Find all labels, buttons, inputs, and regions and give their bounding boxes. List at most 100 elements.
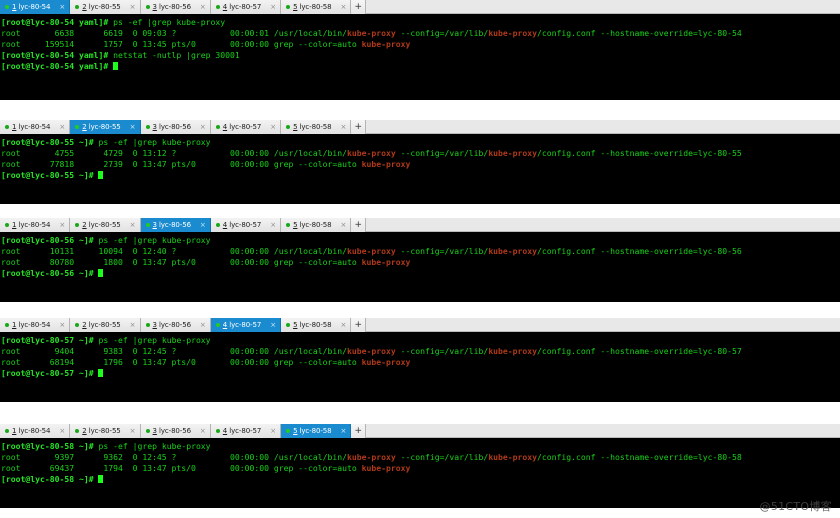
tab-lyc-80-56[interactable]: 3 lyc-80-56 × bbox=[140, 218, 211, 232]
terminal-cursor bbox=[98, 171, 104, 180]
tab-index: 1 bbox=[12, 122, 17, 131]
tab-status-dot-icon bbox=[5, 125, 9, 129]
tab-lyc-80-55[interactable]: 2 lyc-80-55 × bbox=[70, 0, 141, 14]
tab-lyc-80-55[interactable]: 2 lyc-80-55 × bbox=[70, 120, 141, 134]
tab-index: 1 bbox=[12, 426, 17, 435]
tab-index: 4 bbox=[222, 122, 228, 131]
tab-status-dot-icon bbox=[75, 429, 80, 433]
tab-lyc-80-58[interactable]: 5 lyc-80-58 × bbox=[281, 318, 352, 332]
tab-label: 3 lyc-80-56 bbox=[152, 426, 191, 435]
terminal-output[interactable]: [root@lyc-80-55 ~]# ps -ef |grep kube-pr… bbox=[0, 134, 840, 204]
tab-lyc-80-58[interactable]: 5 lyc-80-58 × bbox=[281, 424, 352, 438]
tab-lyc-80-56[interactable]: 3 lyc-80-56 × bbox=[140, 0, 211, 14]
tab-label: 5 lyc-80-58 bbox=[293, 220, 332, 229]
tab-lyc-80-58[interactable]: 5 lyc-80-58 × bbox=[281, 0, 352, 14]
tab-index: 4 bbox=[222, 320, 228, 329]
tab-close-icon[interactable]: × bbox=[334, 123, 346, 131]
new-tab-button[interactable]: + bbox=[351, 0, 367, 14]
tab-close-icon[interactable]: × bbox=[264, 123, 276, 131]
tab-label: 1 lyc-80-54 bbox=[12, 426, 51, 435]
tab-lyc-80-54[interactable]: 1 lyc-80-54 × bbox=[0, 218, 71, 232]
terminal-output[interactable]: [root@lyc-80-57 ~]# ps -ef |grep kube-pr… bbox=[0, 332, 840, 402]
terminal-line: root 6638 6619 0 09:03 ? 00:00:01 /usr/l… bbox=[1, 28, 742, 39]
tab-close-icon[interactable]: × bbox=[124, 427, 136, 435]
tab-index: 2 bbox=[82, 320, 87, 329]
tab-lyc-80-55[interactable]: 2 lyc-80-55 × bbox=[70, 424, 141, 438]
tab-close-icon[interactable]: × bbox=[194, 221, 206, 229]
tab-status-dot-icon bbox=[5, 223, 9, 227]
tab-lyc-80-58[interactable]: 5 lyc-80-58 × bbox=[281, 218, 352, 232]
tab-status-dot-icon bbox=[286, 323, 291, 327]
tab-status-dot-icon bbox=[5, 5, 9, 9]
terminal-line: [root@lyc-80-56 ~]# bbox=[1, 268, 840, 279]
tab-label: 5 lyc-80-58 bbox=[293, 2, 332, 11]
tab-status-dot-icon bbox=[286, 223, 291, 227]
tab-close-icon[interactable]: × bbox=[264, 3, 276, 11]
tab-lyc-80-57[interactable]: 4 lyc-80-57 × bbox=[210, 318, 282, 332]
tab-lyc-80-57[interactable]: 4 lyc-80-57 × bbox=[210, 0, 282, 14]
tab-bar-filler bbox=[366, 0, 840, 13]
tab-close-icon[interactable]: × bbox=[53, 3, 65, 11]
tab-lyc-80-55[interactable]: 2 lyc-80-55 × bbox=[70, 318, 141, 332]
tab-close-icon[interactable]: × bbox=[53, 221, 65, 229]
tab-lyc-80-54[interactable]: 1 lyc-80-54 × bbox=[0, 318, 71, 332]
tab-close-icon[interactable]: × bbox=[124, 321, 136, 329]
tab-close-icon[interactable]: × bbox=[334, 221, 346, 229]
tab-label: 5 lyc-80-58 bbox=[293, 122, 332, 131]
new-tab-button[interactable]: + bbox=[351, 424, 367, 438]
terminal-output[interactable]: [root@lyc-80-54 yaml]# ps -ef |grep kube… bbox=[0, 14, 840, 100]
tab-close-icon[interactable]: × bbox=[53, 427, 65, 435]
tab-index: 2 bbox=[82, 220, 87, 229]
tab-close-icon[interactable]: × bbox=[124, 221, 136, 229]
tab-close-icon[interactable]: × bbox=[264, 427, 276, 435]
tab-label: 2 lyc-80-55 bbox=[82, 426, 121, 435]
screenshot-root: 1 lyc-80-54 × 2 lyc-80-55 × 3 lyc-80-56 × 4 ly… bbox=[0, 0, 840, 518]
tab-lyc-80-57[interactable]: 4 lyc-80-57 × bbox=[210, 120, 282, 134]
tab-close-icon[interactable]: × bbox=[334, 3, 346, 11]
tab-status-dot-icon bbox=[5, 323, 9, 327]
tab-lyc-80-58[interactable]: 5 lyc-80-58 × bbox=[281, 120, 352, 134]
tab-close-icon[interactable]: × bbox=[124, 3, 136, 11]
terminal-output[interactable]: [root@lyc-80-56 ~]# ps -ef |grep kube-pr… bbox=[0, 232, 840, 302]
terminal-line: root 159514 1757 0 13:45 pts/0 00:00:00 … bbox=[1, 39, 411, 50]
tab-close-icon[interactable]: × bbox=[334, 321, 346, 329]
tab-close-icon[interactable]: × bbox=[53, 321, 65, 329]
tab-lyc-80-54[interactable]: 1 lyc-80-54 × bbox=[0, 424, 71, 438]
terminal-output[interactable]: [root@lyc-80-58 ~]# ps -ef |grep kube-pr… bbox=[0, 438, 840, 508]
window-gap bbox=[0, 302, 840, 318]
tab-bar: 1 lyc-80-54 × 2 lyc-80-55 × 3 lyc-80-56 × 4 ly… bbox=[0, 218, 840, 232]
tab-close-icon[interactable]: × bbox=[124, 123, 136, 131]
terminal-line: root 77818 2739 0 13:47 pts/0 00:00:00 g… bbox=[1, 159, 411, 170]
tab-close-icon[interactable]: × bbox=[264, 221, 276, 229]
window-gap bbox=[0, 204, 840, 218]
tab-lyc-80-57[interactable]: 4 lyc-80-57 × bbox=[210, 424, 282, 438]
tab-lyc-80-54[interactable]: 1 lyc-80-54 × bbox=[0, 0, 71, 14]
tab-index: 2 bbox=[82, 2, 87, 11]
tab-status-dot-icon bbox=[215, 125, 220, 129]
terminal-window: 1 lyc-80-54 × 2 lyc-80-55 × 3 lyc-80-56 × 4 ly… bbox=[0, 120, 840, 204]
tab-status-dot-icon bbox=[145, 223, 150, 227]
new-tab-button[interactable]: + bbox=[351, 318, 367, 332]
terminal-line: [root@lyc-80-56 ~]# ps -ef |grep kube-pr… bbox=[1, 235, 211, 245]
tab-close-icon[interactable]: × bbox=[194, 123, 206, 131]
tab-close-icon[interactable]: × bbox=[334, 427, 346, 435]
tab-status-dot-icon bbox=[145, 125, 150, 129]
tab-label: 4 lyc-80-57 bbox=[222, 122, 262, 131]
tab-close-icon[interactable]: × bbox=[53, 123, 65, 131]
tab-label: 2 lyc-80-55 bbox=[82, 220, 121, 229]
tab-label: 1 lyc-80-54 bbox=[12, 2, 51, 11]
tab-close-icon[interactable]: × bbox=[194, 427, 206, 435]
tab-lyc-80-56[interactable]: 3 lyc-80-56 × bbox=[140, 318, 211, 332]
new-tab-button[interactable]: + bbox=[351, 218, 367, 232]
tab-label: 4 lyc-80-57 bbox=[222, 2, 262, 11]
tab-index: 4 bbox=[222, 220, 228, 229]
tab-close-icon[interactable]: × bbox=[194, 321, 206, 329]
tab-lyc-80-56[interactable]: 3 lyc-80-56 × bbox=[140, 120, 211, 134]
new-tab-button[interactable]: + bbox=[351, 120, 367, 134]
tab-close-icon[interactable]: × bbox=[264, 321, 276, 329]
tab-lyc-80-56[interactable]: 3 lyc-80-56 × bbox=[140, 424, 211, 438]
tab-lyc-80-54[interactable]: 1 lyc-80-54 × bbox=[0, 120, 71, 134]
tab-lyc-80-57[interactable]: 4 lyc-80-57 × bbox=[210, 218, 282, 232]
tab-close-icon[interactable]: × bbox=[194, 3, 206, 11]
tab-lyc-80-55[interactable]: 2 lyc-80-55 × bbox=[70, 218, 141, 232]
